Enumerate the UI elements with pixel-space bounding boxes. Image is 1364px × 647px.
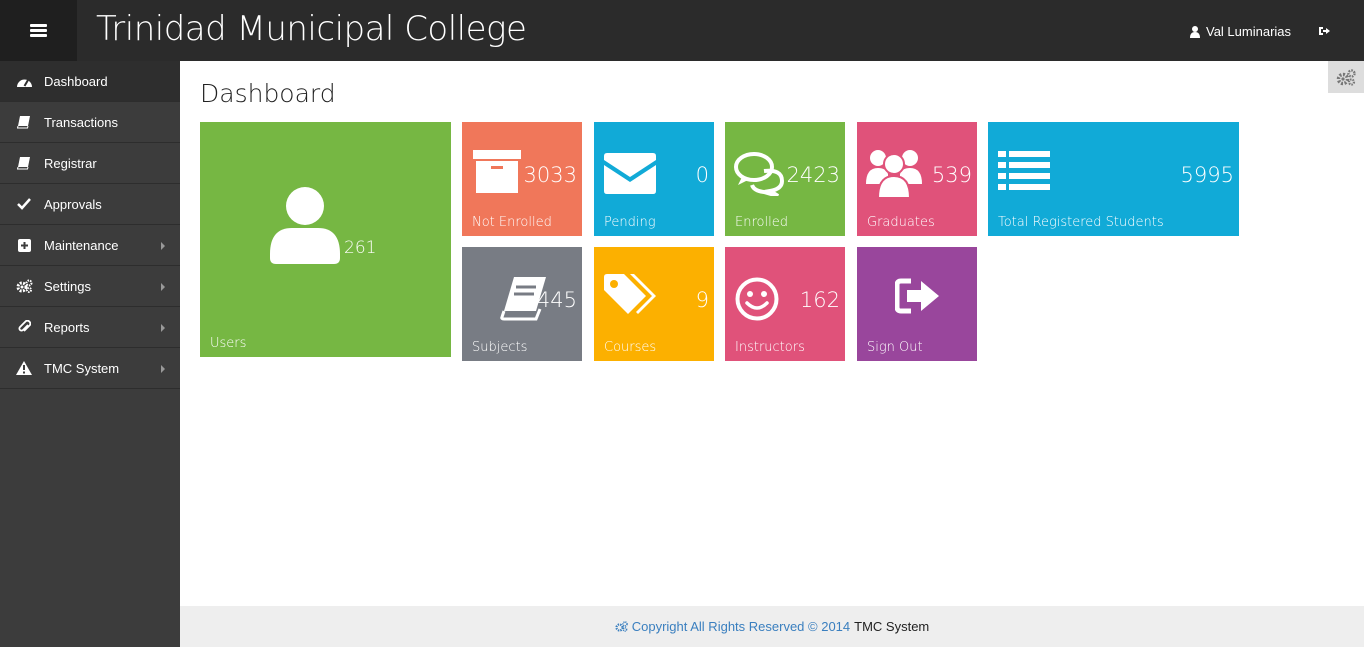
tile-label: Sign Out bbox=[867, 340, 923, 355]
settings-panel-toggle[interactable] bbox=[1328, 61, 1364, 93]
tile-count: 5995 bbox=[1180, 163, 1234, 187]
footer: Copyright All Rights Reserved © 2014 TMC… bbox=[180, 606, 1364, 647]
signout-top-button[interactable] bbox=[1318, 24, 1331, 42]
sidebar: Dashboard Transactions Registrar Approva… bbox=[0, 61, 180, 647]
tags-icon bbox=[604, 274, 656, 314]
main-content: Dashboard 261 Users 3033 Not Enrolled 0 … bbox=[180, 61, 1364, 606]
book-icon bbox=[15, 114, 33, 130]
chevron-right-icon bbox=[161, 283, 165, 291]
menu-toggle-button[interactable] bbox=[0, 0, 77, 61]
user-icon bbox=[1190, 25, 1200, 38]
hamburger-icon bbox=[30, 24, 47, 37]
sign-out-icon bbox=[895, 278, 939, 314]
tile-count: 445 bbox=[536, 288, 577, 312]
comments-icon bbox=[734, 152, 785, 196]
sidebar-item-transactions[interactable]: Transactions bbox=[0, 102, 180, 143]
tile-label: Not Enrolled bbox=[472, 215, 552, 230]
tile-count: 539 bbox=[931, 163, 972, 187]
sign-out-icon bbox=[1319, 27, 1330, 35]
gears-icon bbox=[15, 278, 33, 294]
sidebar-item-label: Transactions bbox=[44, 114, 118, 130]
chevron-right-icon bbox=[161, 324, 165, 332]
sidebar-item-tmc-system[interactable]: TMC System bbox=[0, 348, 180, 389]
user-name: Val Luminarias bbox=[1206, 24, 1292, 39]
tile-graduates[interactable]: 539 Graduates bbox=[857, 122, 977, 236]
copyright-text: Copyright All Rights Reserved © 2014 bbox=[615, 619, 850, 634]
envelope-icon bbox=[604, 153, 656, 194]
gears-icon bbox=[1336, 68, 1356, 86]
app-title: Trinidad Municipal College bbox=[96, 9, 527, 49]
sidebar-item-registrar[interactable]: Registrar bbox=[0, 143, 180, 184]
tile-label: Users bbox=[210, 336, 247, 351]
dashboard-icon bbox=[15, 73, 33, 89]
tile-users[interactable]: 261 Users bbox=[200, 122, 451, 357]
sidebar-item-label: Dashboard bbox=[44, 73, 108, 89]
tile-label: Instructors bbox=[735, 340, 805, 355]
tile-label: Pending bbox=[604, 215, 656, 230]
check-icon bbox=[15, 196, 33, 212]
archive-icon bbox=[473, 150, 521, 193]
tile-label: Courses bbox=[604, 340, 657, 355]
top-bar: Trinidad Municipal College Val Luminaria… bbox=[0, 0, 1364, 61]
warning-icon bbox=[15, 360, 33, 376]
paperclip-icon bbox=[15, 319, 33, 335]
tile-count: 0 bbox=[695, 163, 709, 187]
users-group-icon bbox=[866, 150, 922, 198]
sidebar-item-label: TMC System bbox=[44, 360, 120, 376]
sidebar-item-reports[interactable]: Reports bbox=[0, 307, 180, 348]
plus-square-icon bbox=[15, 237, 33, 253]
tile-total-registered-students[interactable]: 5995 Total Registered Students bbox=[988, 122, 1239, 236]
book-icon bbox=[15, 155, 33, 171]
sidebar-item-label: Registrar bbox=[44, 155, 97, 171]
tile-count: 3033 bbox=[523, 163, 577, 187]
list-icon bbox=[998, 151, 1050, 190]
tile-label: Graduates bbox=[867, 215, 935, 230]
tile-count: 9 bbox=[695, 288, 709, 312]
copyright-label: Copyright All Rights Reserved © 2014 bbox=[631, 619, 851, 634]
tile-enrolled[interactable]: 2423 Enrolled bbox=[725, 122, 845, 236]
smile-icon bbox=[735, 277, 779, 321]
page-title: Dashboard bbox=[200, 79, 336, 108]
tile-count: 2423 bbox=[786, 163, 840, 187]
sidebar-item-label: Reports bbox=[44, 319, 90, 335]
sidebar-item-settings[interactable]: Settings bbox=[0, 266, 180, 307]
user-menu[interactable]: Val Luminarias bbox=[1190, 24, 1291, 39]
tile-pending[interactable]: 0 Pending bbox=[594, 122, 714, 236]
footer-system-name: TMC System bbox=[854, 619, 930, 634]
tile-instructors[interactable]: 162 Instructors bbox=[725, 247, 845, 361]
tile-not-enrolled[interactable]: 3033 Not Enrolled bbox=[462, 122, 582, 236]
chevron-right-icon bbox=[161, 365, 165, 373]
tile-label: Enrolled bbox=[735, 215, 788, 230]
sidebar-item-label: Maintenance bbox=[44, 237, 119, 253]
tile-label: Total Registered Students bbox=[998, 215, 1164, 230]
tile-subjects[interactable]: 445 Subjects bbox=[462, 247, 582, 361]
sidebar-item-maintenance[interactable]: Maintenance bbox=[0, 225, 180, 266]
sidebar-item-approvals[interactable]: Approvals bbox=[0, 184, 180, 225]
chevron-right-icon bbox=[161, 242, 165, 250]
tile-label: Subjects bbox=[472, 340, 528, 355]
user-icon bbox=[270, 187, 340, 264]
tile-sign-out[interactable]: Sign Out bbox=[857, 247, 977, 361]
sidebar-item-dashboard[interactable]: Dashboard bbox=[0, 61, 180, 102]
gears-icon bbox=[615, 621, 628, 632]
sidebar-item-label: Approvals bbox=[44, 196, 102, 212]
sidebar-item-label: Settings bbox=[44, 278, 91, 294]
tile-count: 261 bbox=[344, 238, 377, 258]
tile-courses[interactable]: 9 Courses bbox=[594, 247, 714, 361]
tile-count: 162 bbox=[799, 288, 840, 312]
